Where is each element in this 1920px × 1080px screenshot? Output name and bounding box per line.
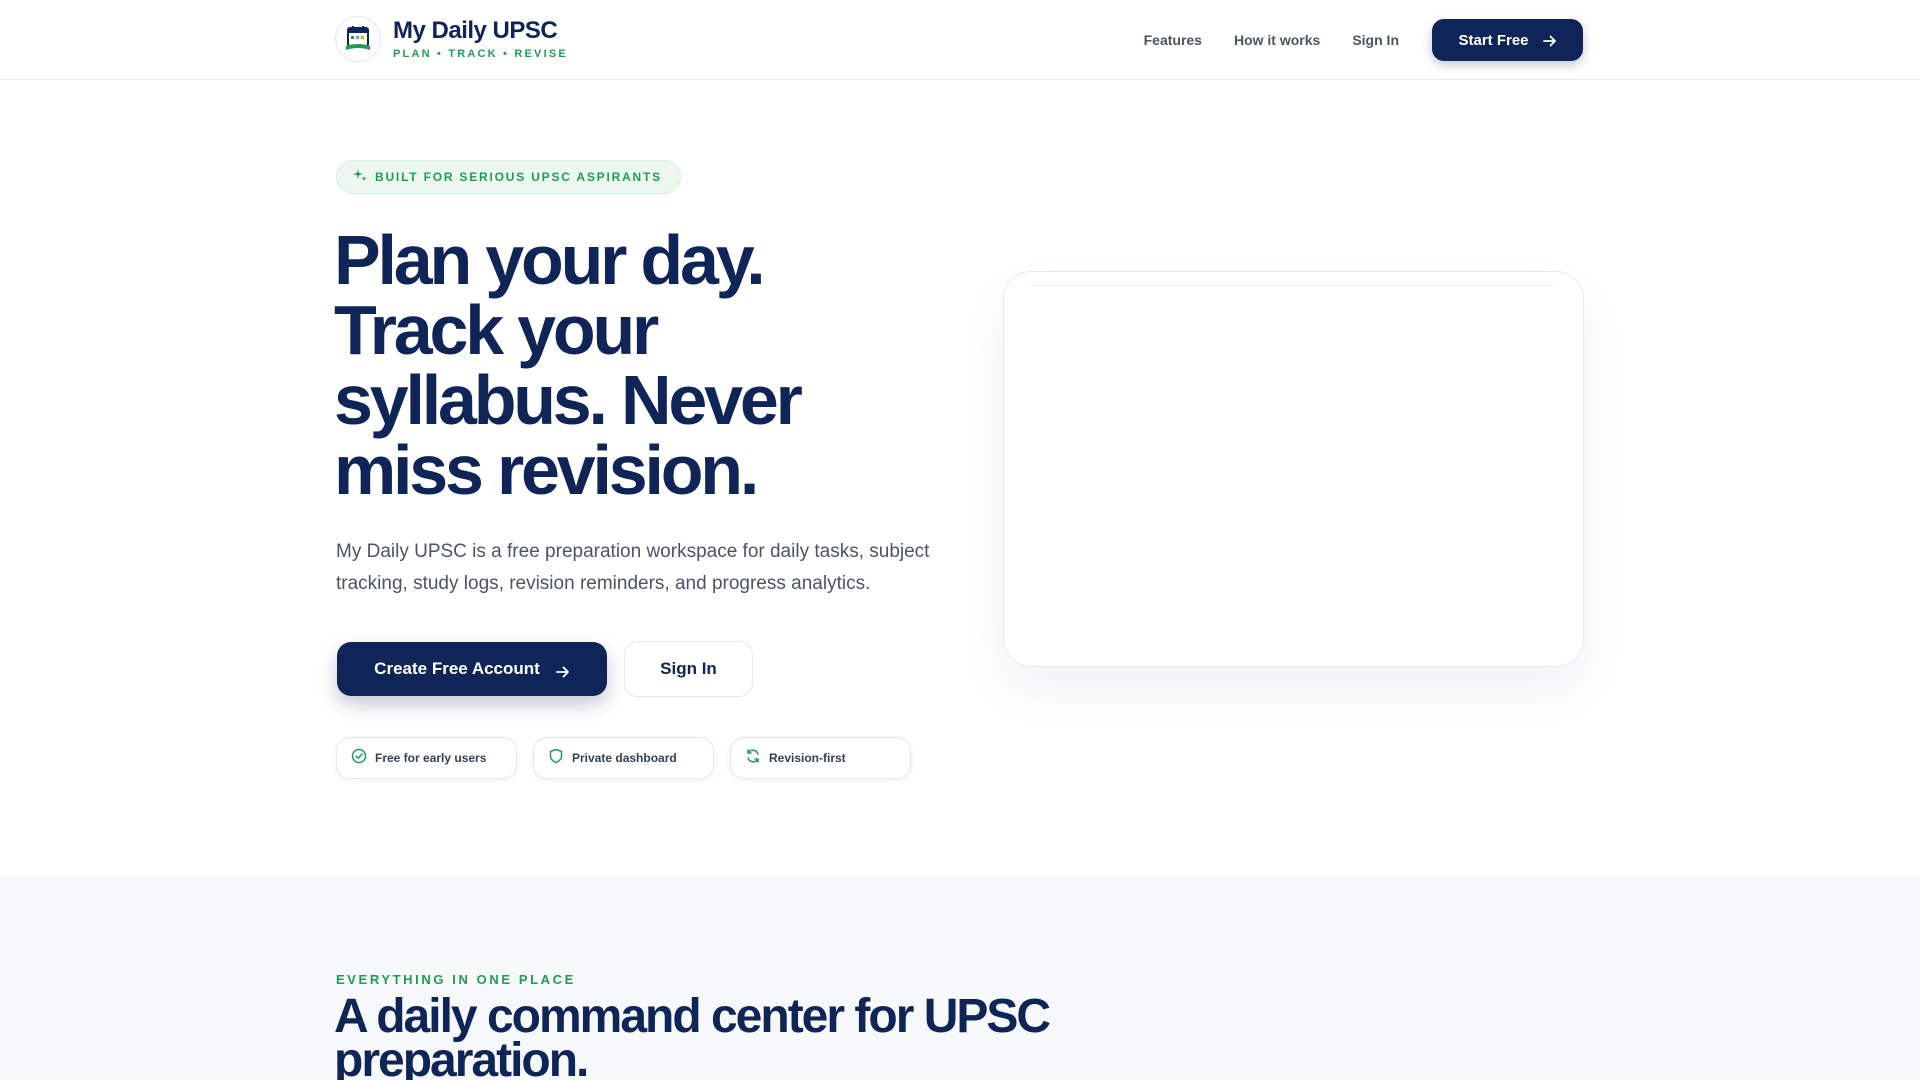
create-account-button[interactable]: Create Free Account [337, 642, 607, 696]
features-section: EVERYTHING IN ONE PLACE A daily command … [0, 875, 1920, 1080]
hero-sign-in-button[interactable]: Sign In [624, 641, 753, 697]
arrow-right-icon [1542, 34, 1557, 47]
chip-revision: Revision-first [730, 737, 911, 779]
sparkles-icon [353, 168, 367, 187]
features-eyebrow: EVERYTHING IN ONE PLACE [336, 972, 576, 987]
brand-tagline: PLAN • TRACK • REVISE [393, 48, 568, 60]
hero-headline-line: syllabus. Never [334, 361, 803, 439]
start-free-label: Start Free [1458, 31, 1529, 49]
refresh-icon [745, 748, 761, 769]
chip-free: Free for early users [336, 737, 517, 779]
planner-book-icon [335, 16, 381, 62]
hero-headline: Plan your day. Track your syllabus. Neve… [334, 225, 934, 505]
check-circle-icon [351, 748, 367, 769]
nav-sign-in-link[interactable]: Sign In [1352, 32, 1399, 48]
hero-description: My Daily UPSC is a free preparation work… [336, 541, 930, 594]
audience-badge-label: BUILT FOR SERIOUS UPSC ASPIRANTS [375, 170, 662, 184]
nav-how-it-works-link[interactable]: How it works [1234, 32, 1320, 48]
chip-label: Free for early users [375, 751, 487, 765]
audience-badge: BUILT FOR SERIOUS UPSC ASPIRANTS [336, 160, 681, 194]
hero-headline-line: miss revision. [334, 431, 759, 509]
start-free-button[interactable]: Start Free [1432, 19, 1583, 61]
nav-features-link[interactable]: Features [1144, 32, 1202, 48]
hero-sign-in-label: Sign In [660, 659, 717, 678]
hero-headline-line: Plan your day. [334, 221, 766, 299]
brand-title: My Daily UPSC [393, 17, 558, 44]
main-nav: Features How it works Sign In Start Free [1144, 19, 1583, 61]
shield-icon [548, 748, 564, 769]
preview-divider [1031, 285, 1556, 286]
arrow-right-icon [555, 663, 570, 678]
create-account-label: Create Free Account [374, 659, 540, 678]
features-title: A daily command center for UPSC preparat… [334, 990, 1051, 1080]
chip-private: Private dashboard [533, 737, 714, 779]
brand-logo[interactable]: My Daily UPSC PLAN • TRACK • REVISE [335, 16, 568, 62]
site-header: My Daily UPSC PLAN • TRACK • REVISE Feat… [0, 0, 1920, 80]
hero-headline-line: Track your [334, 291, 659, 369]
feature-chips: Free for early users Private dashboard R… [336, 737, 911, 779]
chip-label: Revision-first [769, 751, 846, 765]
dashboard-preview-card [1003, 271, 1584, 667]
chip-label: Private dashboard [572, 751, 677, 765]
